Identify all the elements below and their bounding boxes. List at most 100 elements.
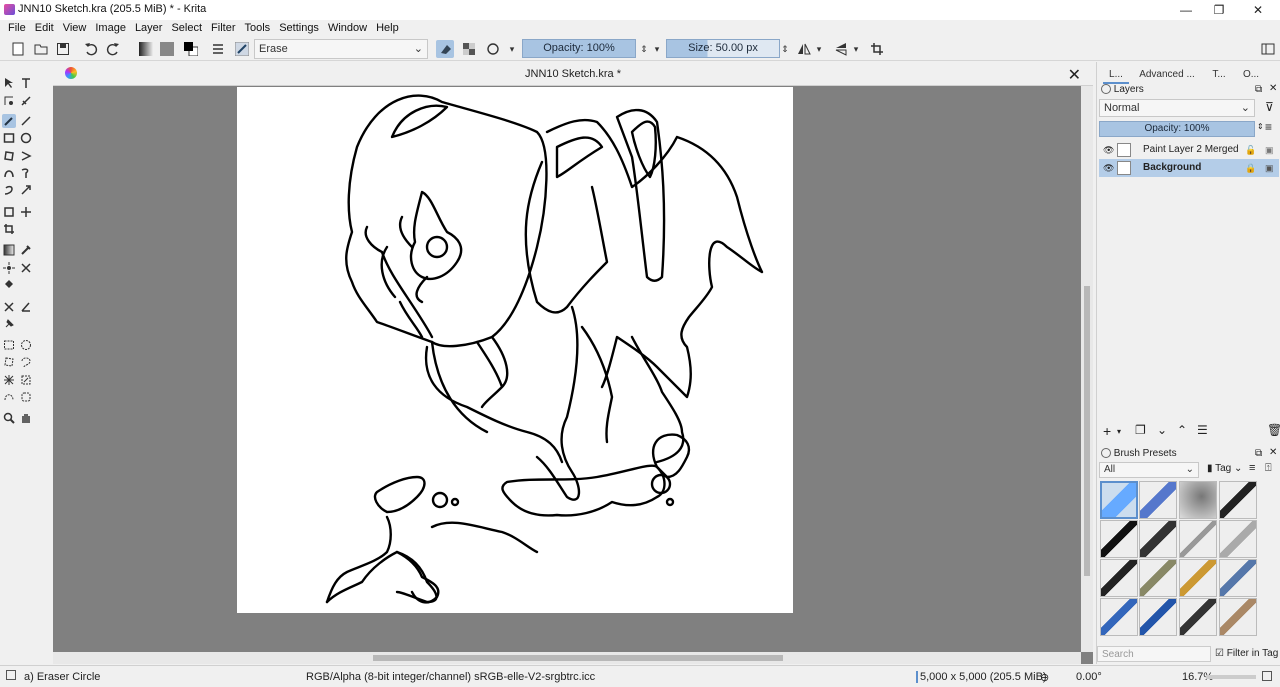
foreground-background-color-icon[interactable] — [182, 40, 200, 58]
preset-item[interactable] — [1139, 559, 1177, 597]
freehand-brush-icon[interactable] — [2, 114, 16, 128]
layer-properties-icon[interactable]: ☰ — [1197, 423, 1208, 437]
rectangular-selection-icon[interactable] — [2, 338, 16, 352]
assistant-tool-icon[interactable] — [19, 261, 33, 275]
filter-in-tag-checkbox[interactable]: ☑ Filter in Tag — [1215, 648, 1278, 659]
open-folder-icon[interactable] — [32, 40, 50, 58]
preset-item[interactable] — [1139, 520, 1177, 558]
layer-row[interactable]: 👁 Paint Layer 2 Merged 🔓 ▣ — [1099, 141, 1279, 159]
chevron-down-icon[interactable]: ▾ — [506, 40, 518, 58]
opacity-spin-icon[interactable]: ⇕ — [1257, 122, 1264, 131]
preset-tag-select[interactable]: All ⌄ — [1099, 462, 1199, 478]
vertical-scrollbar[interactable] — [1081, 86, 1093, 652]
close-panel-icon[interactable]: ✕ — [1269, 447, 1277, 458]
reference-images-icon[interactable] — [2, 317, 16, 331]
reload-preset-icon[interactable] — [484, 40, 502, 58]
menu-view[interactable]: View — [59, 20, 91, 37]
layer-lock-icon[interactable]: 🔓 — [1245, 141, 1256, 159]
float-panel-icon[interactable]: ⧉ — [1255, 84, 1262, 95]
preset-item[interactable] — [1179, 481, 1217, 519]
preset-item[interactable] — [1139, 481, 1177, 519]
move-layer-up-icon[interactable]: ⌃ — [1177, 423, 1187, 437]
horizontal-scroll-thumb[interactable] — [373, 655, 783, 661]
line-tool-icon[interactable] — [19, 114, 33, 128]
save-icon[interactable] — [54, 40, 72, 58]
mirror-vertical-icon[interactable] — [832, 40, 850, 58]
elliptical-selection-icon[interactable] — [19, 338, 33, 352]
alpha-lock-icon[interactable]: ▣ — [1265, 159, 1274, 177]
new-document-icon[interactable] — [9, 40, 27, 58]
menu-tools[interactable]: Tools — [241, 20, 275, 37]
text-tool-icon[interactable] — [19, 76, 33, 90]
preset-eraser-circle[interactable] — [1100, 481, 1138, 519]
gradient-swatch-icon[interactable] — [136, 40, 156, 58]
delete-layer-icon[interactable]: 🗑 — [1267, 423, 1280, 437]
chevron-down-icon[interactable]: ▾ — [814, 40, 824, 58]
preset-item[interactable] — [1179, 559, 1217, 597]
brush-preset-thumbnail-icon[interactable] — [233, 40, 251, 58]
horizontal-scrollbar[interactable] — [53, 652, 1081, 664]
opacity-spin-icon[interactable]: ⇕ — [638, 40, 650, 58]
panel-lock-icon[interactable] — [1101, 448, 1111, 459]
dynamic-brush-icon[interactable] — [2, 183, 16, 197]
menu-image[interactable]: Image — [91, 20, 130, 37]
preset-item[interactable] — [1219, 598, 1257, 636]
preset-item[interactable] — [1219, 559, 1257, 597]
freehand-path-icon[interactable] — [19, 166, 33, 180]
gradient-tool-icon[interactable] — [2, 243, 16, 257]
preset-item[interactable] — [1139, 598, 1177, 636]
menu-settings[interactable]: Settings — [275, 20, 323, 37]
rotation-value[interactable]: 0.00° — [1076, 671, 1102, 683]
minimize-button[interactable]: — — [1168, 0, 1204, 20]
select-shapes-icon[interactable] — [2, 76, 16, 90]
close-window-button[interactable]: ✕ — [1240, 0, 1276, 20]
pan-hand-icon[interactable] — [19, 411, 33, 425]
polygonal-selection-icon[interactable] — [2, 355, 16, 369]
preset-item[interactable] — [1219, 481, 1257, 519]
menu-edit[interactable]: Edit — [31, 20, 58, 37]
list-view-icon[interactable]: ≡ — [1249, 462, 1255, 474]
measure-tool-icon[interactable] — [2, 300, 16, 314]
bezier-selection-icon[interactable] — [2, 390, 16, 404]
preset-item[interactable] — [1100, 559, 1138, 597]
menu-file[interactable]: File — [4, 20, 30, 37]
chevron-down-icon[interactable]: ▾ — [652, 40, 662, 58]
document-title[interactable]: JNN10 Sketch.kra * — [53, 68, 1093, 80]
tag-button[interactable]: ▮ Tag ⌄ — [1207, 463, 1242, 474]
mirror-horizontal-icon[interactable] — [795, 40, 813, 58]
size-spin-icon[interactable]: ⇕ — [780, 40, 790, 58]
angle-tool-icon[interactable] — [19, 300, 33, 314]
calligraphy-icon[interactable] — [19, 94, 33, 108]
float-panel-icon[interactable]: ⧉ — [1255, 448, 1262, 459]
color-picker-icon[interactable] — [19, 243, 33, 257]
maximize-button[interactable]: ❐ — [1201, 0, 1237, 20]
freehand-selection-icon[interactable] — [19, 355, 33, 369]
preset-item[interactable] — [1179, 520, 1217, 558]
rotation-reset-icon[interactable]: ⊖ — [1040, 671, 1049, 684]
multibrush-icon[interactable] — [19, 183, 33, 197]
close-panel-icon[interactable]: ✕ — [1269, 83, 1277, 94]
magnetic-selection-icon[interactable] — [19, 390, 33, 404]
fullscreen-icon[interactable] — [1262, 671, 1272, 681]
hamburger-menu-icon[interactable]: ≡ — [1265, 120, 1272, 134]
tab-advanced-color[interactable]: Advanced ... — [1137, 66, 1197, 84]
panel-lock-icon[interactable] — [1101, 84, 1111, 95]
chevron-down-icon[interactable]: ▾ — [1117, 427, 1121, 436]
eye-icon[interactable]: 👁 — [1103, 141, 1114, 159]
preserve-alpha-icon[interactable] — [460, 40, 478, 58]
contiguous-selection-icon[interactable] — [2, 373, 16, 387]
edit-shapes-icon[interactable] — [2, 94, 16, 108]
crop-tool-icon[interactable] — [2, 222, 16, 236]
move-layer-down-icon[interactable]: ⌄ — [1157, 423, 1167, 437]
size-slider[interactable]: Size: 50.00 px — [666, 39, 780, 58]
tab-tool-options[interactable]: T... — [1207, 66, 1231, 84]
image-size-label[interactable]: 5,000 x 5,000 (205.5 MiB) — [916, 671, 1047, 683]
redo-icon[interactable] — [104, 40, 122, 58]
zoom-tool-icon[interactable] — [2, 411, 16, 425]
preset-item[interactable] — [1100, 598, 1138, 636]
menu-help[interactable]: Help — [372, 20, 403, 37]
undo-icon[interactable] — [82, 40, 100, 58]
layer-lock-icon[interactable]: 🔒 — [1245, 159, 1256, 177]
zoom-slider[interactable] — [1206, 675, 1256, 679]
bezier-curve-icon[interactable] — [2, 166, 16, 180]
